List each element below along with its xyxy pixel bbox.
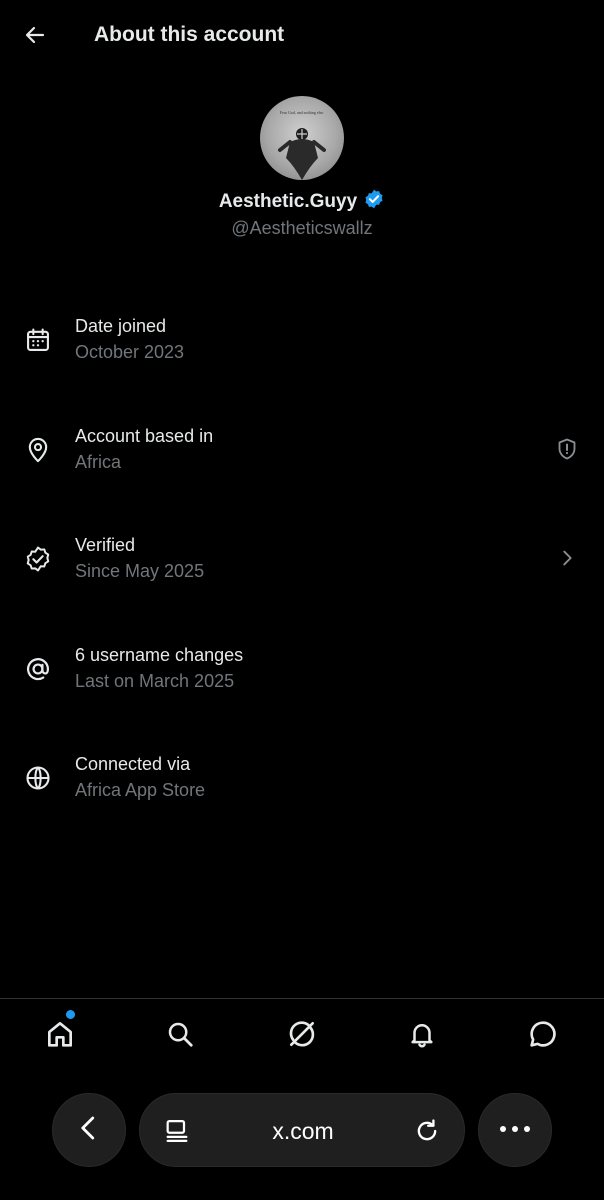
bottom-nav bbox=[0, 1000, 604, 1070]
home-icon[interactable] bbox=[40, 1014, 80, 1054]
row-subtitle: Africa App Store bbox=[75, 780, 206, 800]
row-connected-via: Connected via Africa App Store bbox=[0, 750, 604, 820]
shield-alert-icon[interactable] bbox=[552, 434, 582, 464]
svg-text:Fear God, and nothing else.: Fear God, and nothing else. bbox=[280, 110, 324, 116]
browser-back-button[interactable] bbox=[52, 1093, 126, 1167]
chevron-left-icon bbox=[74, 1113, 104, 1148]
browser-toolbar: x.com bbox=[0, 1080, 604, 1200]
row-date-joined: Date joined October 2023 bbox=[0, 312, 604, 382]
row-subtitle: October 2023 bbox=[75, 342, 185, 362]
address-bar[interactable]: x.com bbox=[139, 1093, 465, 1167]
calendar-icon bbox=[22, 324, 54, 356]
row-account-based-in: Account based in Africa bbox=[0, 422, 604, 492]
row-title: Verified bbox=[75, 535, 136, 555]
chat-icon[interactable] bbox=[523, 1014, 563, 1054]
about-account-screen: About this account Fear God, and nothing… bbox=[0, 0, 604, 1200]
row-title: 6 username changes bbox=[75, 645, 244, 665]
bell-icon[interactable] bbox=[402, 1014, 442, 1054]
username-handle: @Aestheticswallz bbox=[231, 218, 373, 238]
page-title: About this account bbox=[94, 23, 285, 46]
row-subtitle: Since May 2025 bbox=[75, 561, 205, 581]
bottom-nav-divider bbox=[0, 998, 604, 999]
globe-icon bbox=[22, 762, 54, 794]
row-username-changes: 6 username changes Last on March 2025 bbox=[0, 641, 604, 711]
avatar[interactable]: Fear God, and nothing else. bbox=[260, 96, 344, 180]
row-verified[interactable]: Verified Since May 2025 bbox=[0, 531, 604, 601]
top-bar: About this account bbox=[0, 0, 604, 70]
display-name: Aesthetic.Guyy bbox=[218, 190, 358, 212]
verified-badge-icon bbox=[22, 543, 54, 575]
search-icon[interactable] bbox=[160, 1014, 200, 1054]
more-dots-icon bbox=[498, 1121, 532, 1139]
display-name-row: Aesthetic.Guyy bbox=[0, 188, 604, 215]
chevron-right-icon[interactable] bbox=[552, 543, 582, 573]
verified-badge-icon bbox=[363, 188, 385, 215]
row-title: Date joined bbox=[75, 316, 167, 336]
grok-icon[interactable] bbox=[282, 1014, 322, 1054]
row-title: Connected via bbox=[75, 754, 191, 774]
location-pin-icon bbox=[22, 434, 54, 466]
browser-menu-button[interactable] bbox=[478, 1093, 552, 1167]
notification-dot bbox=[66, 1010, 75, 1019]
at-sign-icon bbox=[22, 653, 54, 685]
row-subtitle: Last on March 2025 bbox=[75, 671, 235, 691]
reload-icon[interactable] bbox=[412, 1116, 442, 1146]
row-subtitle: Africa bbox=[75, 452, 122, 472]
row-title: Account based in bbox=[75, 426, 214, 446]
back-arrow-icon[interactable] bbox=[20, 20, 50, 50]
